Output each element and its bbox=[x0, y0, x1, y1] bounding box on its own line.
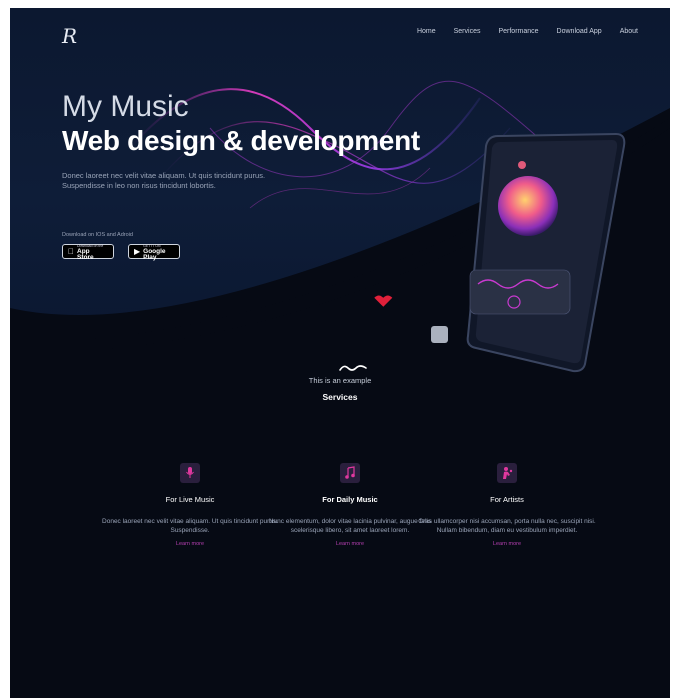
service-card-body: Nunc elementum, dolor vitae lacinia pulv… bbox=[268, 518, 432, 534]
hero-title: Web design & development bbox=[62, 125, 420, 156]
singer-icon bbox=[497, 463, 517, 483]
wave-mark-icon bbox=[339, 365, 367, 371]
play-icon: ▶ bbox=[134, 247, 141, 256]
service-card-title: For Live Music bbox=[165, 495, 215, 504]
services-kicker: This is an example bbox=[308, 376, 372, 385]
learn-more-link[interactable]: Learn more bbox=[260, 541, 440, 547]
service-card-live-music: For Live Music Donec laoreet nec velit v… bbox=[100, 463, 280, 547]
brand-logo[interactable]: R bbox=[62, 24, 77, 48]
top-nav: Home Services Performance Download App A… bbox=[417, 28, 638, 35]
hero-app-name: My Music bbox=[62, 90, 189, 123]
learn-more-link[interactable]: Learn more bbox=[100, 541, 280, 547]
service-card-body: Cras ullamcorper nisi accumsan, porta nu… bbox=[418, 518, 596, 534]
services-title: Services bbox=[322, 392, 358, 402]
apple-icon:  bbox=[68, 247, 74, 256]
learn-more-link[interactable]: Learn more bbox=[417, 541, 597, 547]
service-card-artists: For Artists Cras ullamcorper nisi accums… bbox=[417, 463, 597, 547]
google-play-button[interactable]: ▶ GET IT ON Google Play bbox=[128, 244, 180, 261]
nav-item-performance[interactable]: Performance bbox=[498, 28, 538, 35]
nav-item-download-app[interactable]: Download App bbox=[557, 28, 602, 35]
download-label: Download on IOS and Adroid bbox=[62, 232, 133, 238]
nav-item-home[interactable]: Home bbox=[417, 28, 436, 35]
page-frame: R Home Services Performance Download App… bbox=[10, 8, 670, 698]
nav-item-about[interactable]: About bbox=[620, 28, 638, 35]
service-card-daily-music: For Daily Music Nunc elementum, dolor vi… bbox=[260, 463, 440, 547]
microphone-icon bbox=[180, 463, 200, 483]
music-note-icon bbox=[340, 463, 360, 483]
service-card-title: For Artists bbox=[490, 495, 524, 504]
service-card-title: For Daily Music bbox=[322, 495, 378, 504]
nav-item-services[interactable]: Services bbox=[454, 28, 481, 35]
google-play-large-text: Google Play bbox=[143, 247, 166, 261]
app-store-button[interactable]:  Download on the App Store bbox=[62, 244, 114, 261]
service-card-body: Donec laoreet nec velit vitae aliquam. U… bbox=[102, 518, 278, 534]
hero-subtitle: Donec laoreet nec velit vitae aliquam. U… bbox=[62, 171, 266, 190]
app-store-large-text: App Store bbox=[71, 248, 103, 261]
